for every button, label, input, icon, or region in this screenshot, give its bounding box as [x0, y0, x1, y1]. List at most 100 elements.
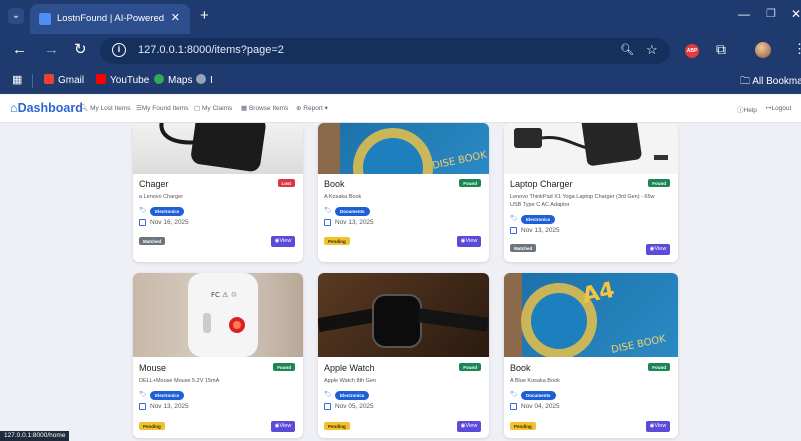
bookmark-star-icon[interactable]: ☆	[646, 42, 658, 58]
nav-my-lost-items[interactable]: 🔍︎ My Lost Items	[80, 104, 131, 112]
view-button[interactable]: ◉View	[646, 244, 670, 255]
item-title: Mouse	[139, 363, 167, 373]
item-title: Book	[510, 363, 531, 373]
view-button[interactable]: ◉View	[457, 421, 481, 432]
status-badge: Pending	[139, 422, 165, 430]
laptop-charger-photo	[514, 123, 668, 166]
brand-link[interactable]: ⌂Dashboard	[10, 101, 83, 115]
window-close-button[interactable]: ✕	[791, 7, 801, 21]
view-label: View	[654, 246, 667, 252]
address-bar[interactable]: i 127.0.0.1:8000/items?page=2 🔍︎ ☆	[100, 38, 670, 64]
bookmarks-separator	[32, 74, 33, 88]
nav-browse-items[interactable]: ▦ Browse Items	[241, 104, 288, 112]
window-restore-button[interactable]: ❐	[766, 7, 776, 20]
item-description: Apple Watch 8th Gen	[324, 378, 377, 384]
bookmark-label: Maps	[168, 75, 193, 86]
item-type-badge: Found	[648, 363, 670, 371]
bookmark-label: Gmail	[58, 75, 85, 86]
bookmark-gmail[interactable]: Gmail	[44, 74, 84, 86]
bookmark-maps[interactable]: Maps	[154, 74, 192, 86]
view-label: View	[465, 238, 478, 244]
plus-circle-icon: ⊕	[296, 105, 302, 112]
all-bookmarks-button[interactable]: 🗀 All Bookmarks	[740, 74, 801, 91]
nav-help[interactable]: ⓘHelp	[737, 104, 757, 114]
nav-label: My Lost Items	[90, 105, 131, 112]
category-badge: Documents	[521, 391, 556, 400]
item-image	[318, 273, 489, 357]
category-badge: Electronics	[335, 391, 370, 400]
svg-text:DISE BOOK: DISE BOOK	[431, 150, 488, 172]
calendar-icon	[324, 403, 331, 410]
item-description: DELL+Mouse Mouse 5.2V 15mA	[139, 378, 220, 384]
clipboard-icon: ▢	[194, 105, 201, 112]
item-date: Nov 13, 2025	[521, 227, 560, 234]
extension-icon[interactable]: ABP	[685, 44, 699, 58]
nav-label: Logout	[771, 105, 792, 112]
item-card: Laptop Charger Found Lenovo ThinkPad X1 …	[504, 123, 678, 262]
tab-close-icon[interactable]: ✕	[171, 11, 180, 24]
category-badge: Electronics	[150, 207, 185, 216]
reload-icon[interactable]: ↻	[74, 40, 87, 58]
nav-report-dropdown[interactable]: ⊕ Report ▾	[296, 104, 328, 112]
status-badge: Pending	[510, 422, 536, 430]
item-type-badge: Lost	[277, 179, 295, 187]
browser-tab-bar: ⌄ LostnFound | AI-Powered Lo ✕ + — ❐ ✕	[0, 0, 801, 34]
item-card: A4 DISE BOOK Book Found A Blue Kosaka Boo…	[504, 273, 678, 438]
item-card: DISE BOOK Book Found A Kosaka Book 🏷︎ Do…	[318, 123, 489, 262]
category-badge: Documents	[335, 207, 370, 216]
tab-search-button[interactable]: ⌄	[8, 8, 24, 24]
new-tab-button[interactable]: +	[200, 7, 209, 24]
zoom-icon[interactable]: 🔍︎	[620, 43, 634, 56]
calendar-icon	[510, 227, 517, 234]
address-url[interactable]: 127.0.0.1:8000/items?page=2	[138, 44, 284, 56]
folder-icon: 🗀	[740, 76, 753, 87]
view-label: View	[654, 423, 667, 429]
item-image: DISE BOOK	[318, 123, 489, 208]
bookmark-other[interactable]: I	[196, 74, 213, 86]
svg-text:FC ⚠ ♲: FC ⚠ ♲	[211, 291, 237, 299]
nav-my-found-items[interactable]: ☰My Found Items	[136, 104, 188, 112]
nav-label: My Found Items	[141, 105, 189, 112]
item-title: Apple Watch	[324, 363, 375, 373]
browser-menu-icon[interactable]: ⋮	[793, 41, 801, 57]
item-image: A4 DISE BOOK	[504, 273, 678, 359]
nav-logout[interactable]: ↦Logout	[766, 104, 791, 112]
tag-icon: 🏷︎	[139, 392, 147, 398]
item-title: Chager	[139, 179, 169, 189]
charger-photo	[159, 123, 266, 172]
profile-avatar[interactable]	[755, 42, 771, 58]
calendar-icon	[324, 219, 331, 226]
tab-title: LostnFound | AI-Powered Lo	[57, 13, 165, 24]
site-info-icon[interactable]: i	[112, 43, 126, 57]
item-title: Laptop Charger	[510, 179, 573, 189]
category-badge: Electronics	[521, 215, 556, 224]
nav-my-claims[interactable]: ▢ My Claims	[194, 104, 232, 112]
link-status-bar: 127.0.0.1:8000/home	[0, 431, 70, 441]
view-label: View	[279, 238, 292, 244]
grid-icon: ▦	[241, 105, 248, 112]
item-description: Lenovo ThinkPad X1 Yoga Laptop Charger (…	[510, 194, 655, 208]
item-description: A Kosaka Book	[324, 194, 362, 200]
apps-grid-icon[interactable]: ▦	[12, 73, 22, 86]
bookmark-site-icon	[196, 74, 206, 84]
item-description: a Lenovo Charger	[139, 194, 184, 200]
extensions-puzzle-icon[interactable]: ⧉	[716, 41, 726, 58]
window-minimize-button[interactable]: —	[738, 7, 750, 21]
calendar-icon	[139, 219, 146, 226]
browser-tab[interactable]: LostnFound | AI-Powered Lo ✕	[30, 4, 190, 34]
brand-label: Dashboard	[17, 101, 83, 115]
forward-icon[interactable]: →	[44, 41, 59, 58]
view-button[interactable]: ◉View	[271, 236, 295, 247]
view-button[interactable]: ◉View	[271, 421, 295, 432]
item-date: Nov 13, 2025	[150, 403, 189, 410]
item-type-badge: Found	[459, 179, 481, 187]
view-button[interactable]: ◉View	[457, 236, 481, 247]
status-badge: Matched	[510, 244, 537, 252]
view-button[interactable]: ◉View	[646, 421, 670, 432]
back-icon[interactable]: ←	[12, 41, 27, 58]
status-badge: Pending	[324, 237, 350, 245]
bookmark-youtube[interactable]: YouTube	[96, 74, 149, 86]
item-date: Nov 16, 2025	[150, 219, 189, 226]
tag-icon: 🏷︎	[510, 392, 518, 398]
gmail-icon	[44, 74, 54, 84]
